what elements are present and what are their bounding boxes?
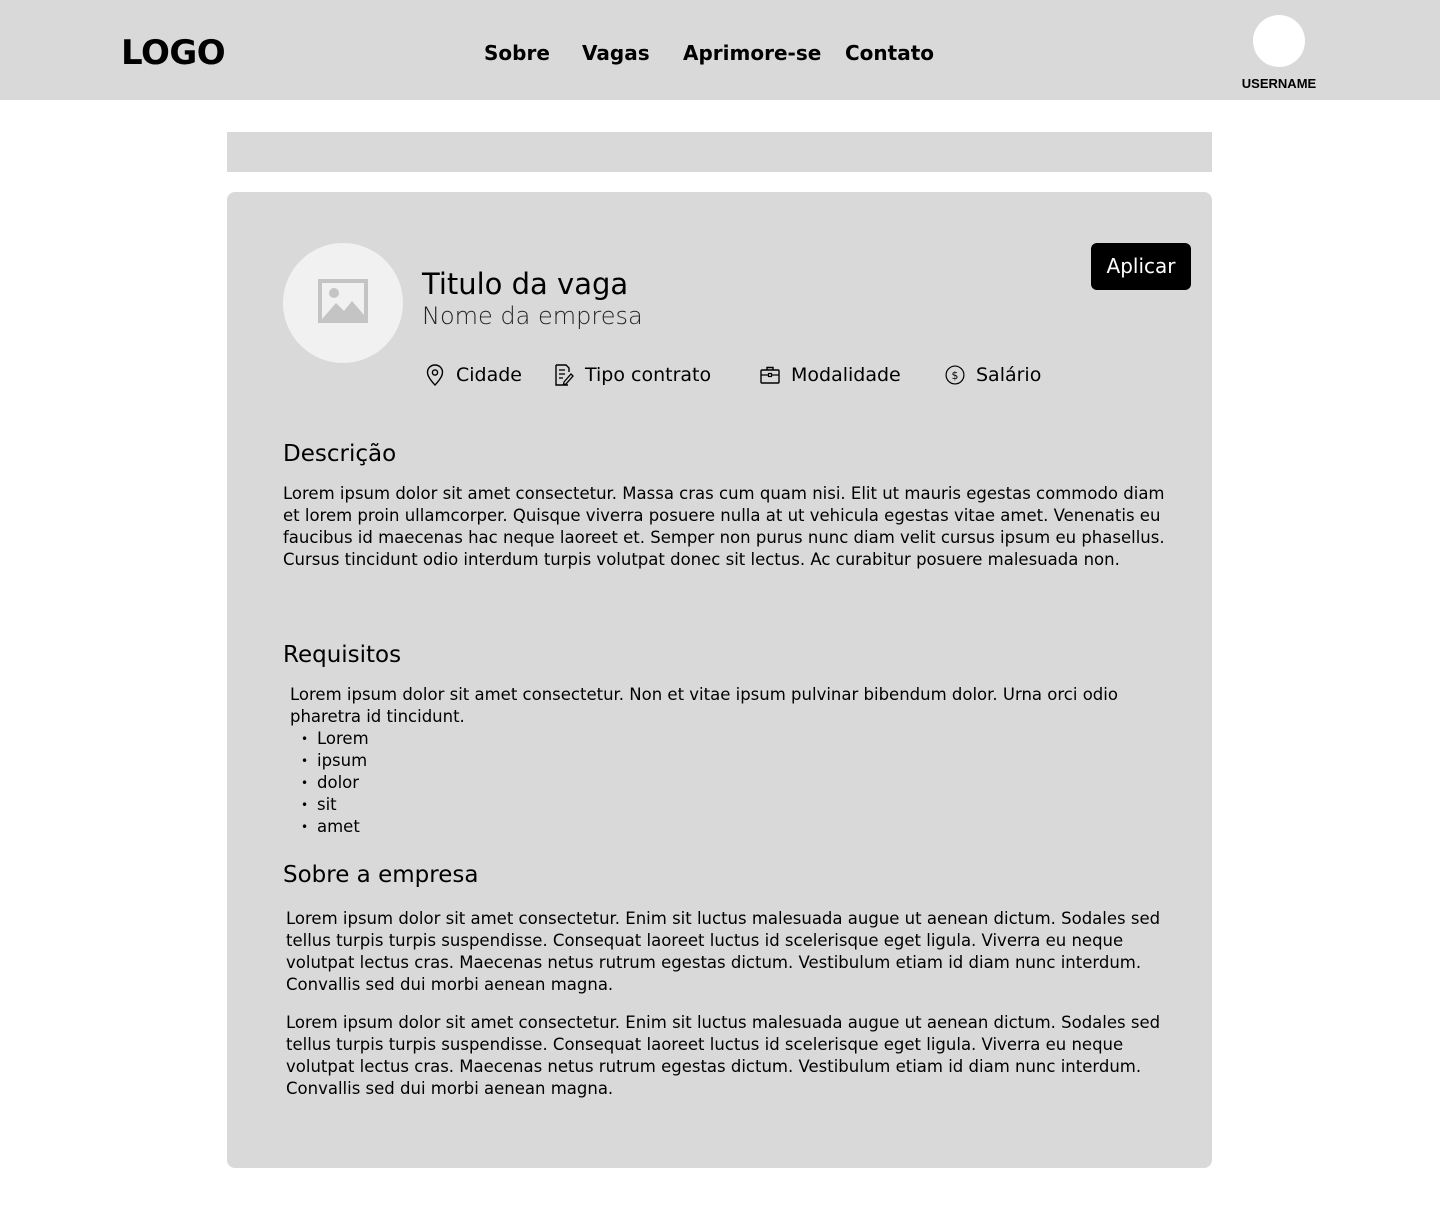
section-title-sobre-empresa: Sobre a empresa: [283, 862, 479, 888]
sobre-empresa-paragraph: Lorem ipsum dolor sit amet consectetur. …: [286, 909, 1161, 994]
map-pin-icon: [425, 364, 445, 386]
job-meta-modalidade: Modalidade: [760, 362, 901, 388]
job-meta-cidade: Cidade: [425, 362, 522, 388]
section-title-descricao: Descrição: [283, 441, 397, 467]
user-avatar[interactable]: [1253, 15, 1305, 67]
list-item: amet: [301, 816, 369, 838]
section-title-requisitos: Requisitos: [283, 642, 402, 668]
company-logo: [283, 243, 403, 363]
site-logo[interactable]: LOGO: [121, 34, 226, 72]
image-placeholder-icon: [318, 279, 368, 327]
nav-link-sobre[interactable]: Sobre: [484, 40, 550, 66]
job-title: Titulo da vaga: [422, 267, 629, 301]
list-item: sit: [301, 794, 369, 816]
svg-text:$: $: [952, 369, 959, 382]
list-item: dolor: [301, 772, 369, 794]
sobre-empresa-paragraph: Lorem ipsum dolor sit amet consectetur. …: [286, 1013, 1161, 1098]
document-edit-icon: [554, 364, 574, 386]
list-item: Lorem: [301, 728, 369, 750]
requisitos-text: Lorem ipsum dolor sit amet consectetur. …: [290, 685, 1118, 726]
nav-link-contato[interactable]: Contato: [845, 40, 934, 66]
briefcase-icon: [760, 364, 780, 386]
nav-link-vagas[interactable]: Vagas: [582, 40, 650, 66]
nav-link-aprimore-se[interactable]: Aprimore-se: [683, 40, 821, 66]
job-detail-card: Titulo da vaga Nome da empresa Aplicar C…: [227, 192, 1212, 1168]
salario-label: Salário: [976, 364, 1042, 386]
tipo-contrato-label: Tipo contrato: [585, 364, 712, 386]
dollar-circle-icon: $: [945, 364, 965, 386]
apply-button[interactable]: Aplicar: [1091, 243, 1191, 290]
requisitos-list: Lorem ipsum dolor sit amet: [301, 728, 369, 838]
descricao-text: Lorem ipsum dolor sit amet consectetur. …: [283, 484, 1165, 569]
top-navbar: LOGO Sobre Vagas Aprimore-se Contato USE…: [0, 0, 1440, 100]
cidade-label: Cidade: [456, 364, 522, 386]
search-bar-placeholder[interactable]: [227, 132, 1212, 172]
modalidade-label: Modalidade: [791, 364, 901, 386]
job-meta-tipo-contrato: Tipo contrato: [554, 362, 711, 388]
company-name: Nome da empresa: [422, 302, 643, 330]
username-label: USERNAME: [1241, 76, 1317, 91]
job-meta-salario: $ Salário: [945, 362, 1041, 388]
list-item: ipsum: [301, 750, 369, 772]
